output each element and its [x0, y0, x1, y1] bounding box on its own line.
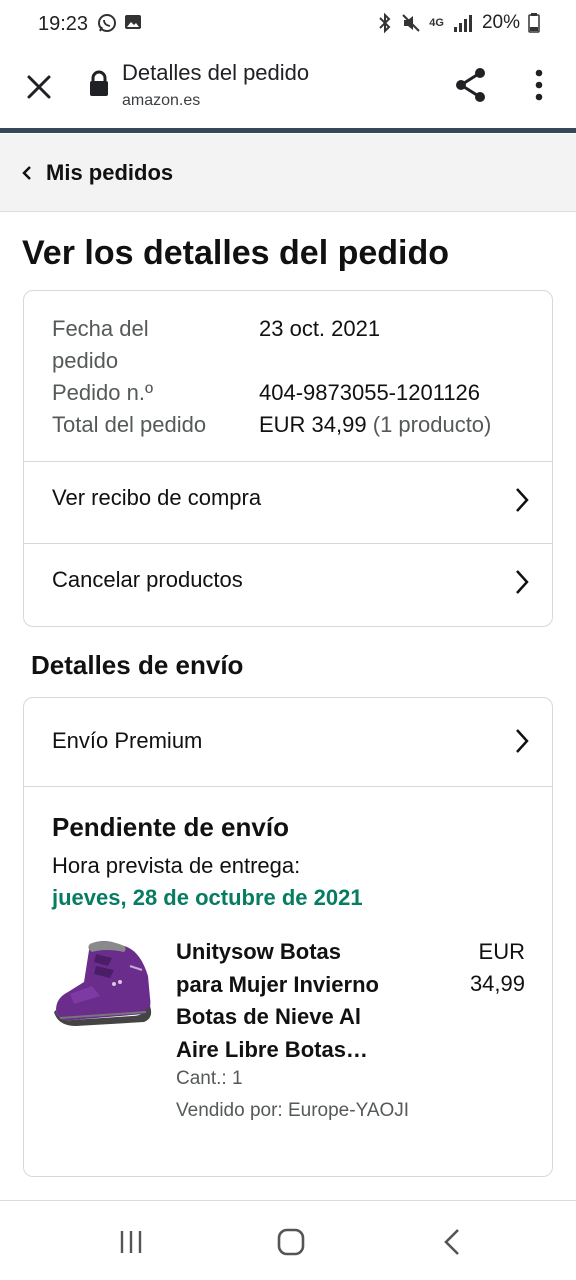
battery-icon [528, 13, 540, 33]
page-title: Ver los detalles del pedido [22, 234, 450, 272]
bluetooth-icon [379, 12, 391, 34]
product-image[interactable] [52, 936, 154, 1036]
view-receipt-row[interactable]: Ver recibo de compra [24, 461, 552, 541]
whatsapp-icon [98, 14, 116, 32]
shipping-method-row[interactable]: Envío Premium [24, 698, 552, 786]
order-total-label: Total del pedido [52, 412, 207, 437]
product-title-line: Botas de Nieve Al [176, 1004, 362, 1029]
more-vert-icon[interactable] [530, 68, 548, 102]
order-date-label: Fecha del [52, 316, 149, 341]
bottom-divider [0, 1200, 576, 1201]
shipping-section-title: Detalles de envío [31, 650, 244, 680]
order-total-amount: EUR 34,99 [259, 412, 367, 437]
product-title-link[interactable]: Unitysow Botas para Mujer Invierno Botas… [176, 936, 416, 1066]
chevron-left-icon [22, 166, 31, 180]
back-icon[interactable] [436, 1227, 470, 1257]
page-tab-title[interactable]: Detalles del pedido [122, 60, 309, 86]
shipping-card: Envío Premium Pendiente de envío Hora pr… [23, 697, 553, 1177]
shipment-status: Pendiente de envío [52, 812, 289, 842]
url-text[interactable]: amazon.es [122, 92, 200, 110]
product-title-line: Unitysow Botas [176, 939, 342, 964]
home-icon[interactable] [274, 1227, 308, 1257]
order-number-label: Pedido n.º [52, 380, 153, 405]
chevron-right-icon [516, 488, 529, 512]
order-number-value: 404-9873055-1201126 [259, 380, 481, 405]
eta-date: jueves, 28 de octubre de 2021 [52, 885, 363, 910]
share-icon[interactable] [452, 66, 490, 104]
recent-apps-icon[interactable] [114, 1227, 148, 1257]
toolbar-divider [0, 128, 576, 133]
order-total-value: EUR 34,99 (1 producto) [259, 409, 491, 441]
status-bar: 19:23 4G 20% [0, 0, 576, 50]
product-price: EUR 34,99 [470, 936, 525, 1000]
eta-label: Hora prevista de entrega: [52, 853, 301, 878]
status-time: 19:23 [38, 13, 89, 35]
signal-icon [453, 15, 472, 32]
mute-icon [402, 14, 420, 32]
battery-text: 20% [481, 12, 520, 33]
breadcrumb[interactable]: Mis pedidos [0, 134, 576, 212]
price-amount: 34,99 [469, 971, 525, 996]
browser-toolbar: Detalles del pedido amazon.es [0, 50, 576, 130]
price-currency: EUR [478, 939, 525, 964]
order-date-label-cont: pedido [52, 348, 119, 373]
network-label: 4G [429, 16, 444, 29]
order-date-value: 23 oct. 2021 [259, 316, 381, 341]
divider [24, 786, 552, 787]
close-icon[interactable] [22, 70, 56, 104]
cancel-products-row[interactable]: Cancelar productos [24, 543, 552, 623]
gallery-icon [125, 15, 141, 29]
product-seller: Vendido por: Europe-YAOJI [176, 1100, 410, 1121]
order-summary-card: Fecha del pedido 23 oct. 2021 Pedido n.º… [23, 290, 553, 627]
view-receipt-label: Ver recibo de compra [52, 485, 262, 510]
lock-icon[interactable] [88, 70, 110, 98]
shipping-method-label: Envío Premium [52, 728, 203, 753]
system-nav-bar [0, 1205, 576, 1280]
order-total-count: (1 producto) [372, 412, 492, 437]
cancel-products-label: Cancelar productos [52, 567, 243, 592]
my-orders-link[interactable]: Mis pedidos [46, 160, 173, 186]
product-title-line: para Mujer Invierno [176, 971, 379, 997]
chevron-right-icon [516, 729, 529, 753]
product-quantity: Cant.: 1 [176, 1068, 243, 1089]
status-right: 4G 20% [377, 12, 540, 34]
product-title-line: Aire Libre Botas… [176, 1036, 368, 1062]
chevron-right-icon [516, 570, 529, 594]
